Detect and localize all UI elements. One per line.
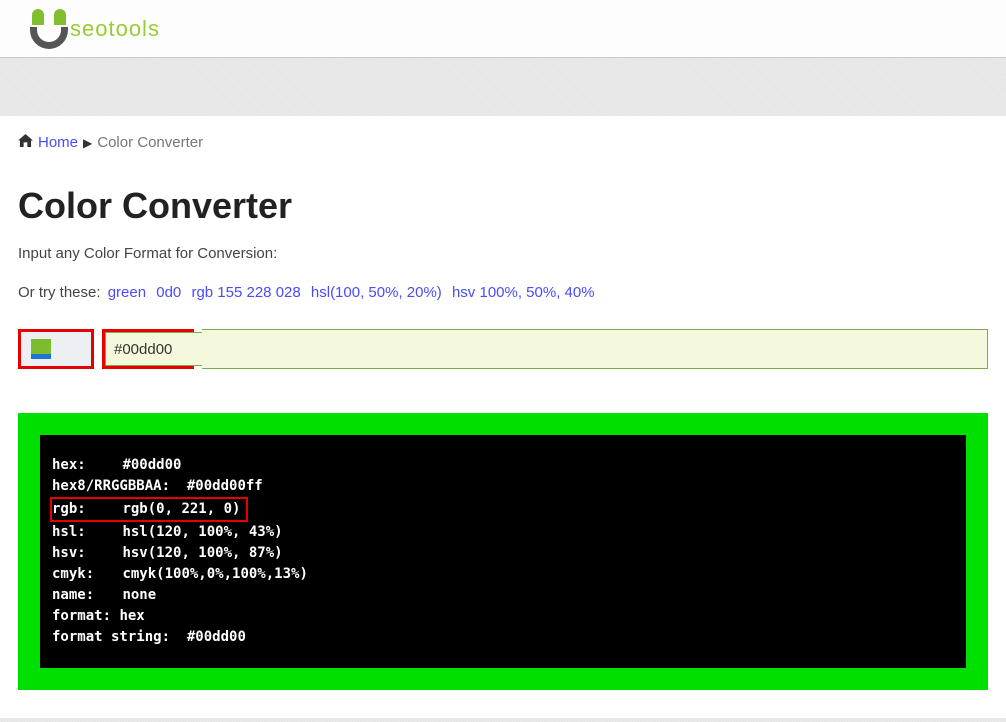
examples-prefix: Or try these: [18, 284, 101, 301]
example-link-hsv[interactable]: hsv 100%, 50%, 40% [452, 284, 595, 301]
logo-text: seotools [70, 16, 160, 42]
output-line-name: name: none [52, 585, 954, 606]
breadcrumb: Home ▶ Color Converter [18, 134, 988, 151]
output-line-cmyk: cmyk: cmyk(100%,0%,100%,13%) [52, 564, 954, 585]
breadcrumb-home-link[interactable]: Home [38, 134, 78, 151]
output-line-formatstring: format string: #00dd00 [52, 627, 954, 648]
example-link-0d0[interactable]: 0d0 [156, 284, 181, 301]
output-line-hex8: hex8/RRGGBBAA: #00dd00ff [52, 476, 954, 497]
site-logo[interactable]: seotools [30, 9, 160, 49]
breadcrumb-current: Color Converter [97, 134, 203, 151]
home-icon [18, 134, 33, 151]
breadcrumb-sep-icon: ▶ [83, 136, 92, 150]
output-line-hsv: hsv: hsv(120, 100%, 87%) [52, 543, 954, 564]
output-line-hsl: hsl: hsl(120, 100%, 43%) [52, 522, 954, 543]
output-line-hex: hex: #00dd00 [52, 455, 954, 476]
input-row [18, 329, 988, 369]
example-link-hsl[interactable]: hsl(100, 50%, 20%) [311, 284, 442, 301]
color-input-highlight [102, 329, 194, 369]
color-input-extension[interactable] [202, 329, 988, 369]
colorpicker-icon [31, 339, 51, 359]
output-terminal: hex: #00dd00 hex8/RRGGBBAA: #00dd00ff rg… [40, 435, 966, 668]
logo-icon [30, 9, 68, 49]
result-frame: hex: #00dd00 hex8/RRGGBBAA: #00dd00ff rg… [18, 413, 988, 690]
color-picker-button[interactable] [18, 329, 94, 369]
page-content: Home ▶ Color Converter Color Converter I… [0, 116, 1006, 718]
example-link-green[interactable]: green [108, 284, 146, 301]
input-label: Input any Color Format for Conversion: [18, 245, 988, 262]
output-line-format: format: hex [52, 606, 954, 627]
header-bar: seotools [0, 0, 1006, 58]
page-title: Color Converter [18, 185, 988, 227]
example-link-rgb[interactable]: rgb 155 228 028 [191, 284, 300, 301]
output-line-rgb: rgb: rgb(0, 221, 0) [52, 497, 954, 522]
examples-row: Or try these: green 0d0 rgb 155 228 028 … [18, 284, 988, 301]
